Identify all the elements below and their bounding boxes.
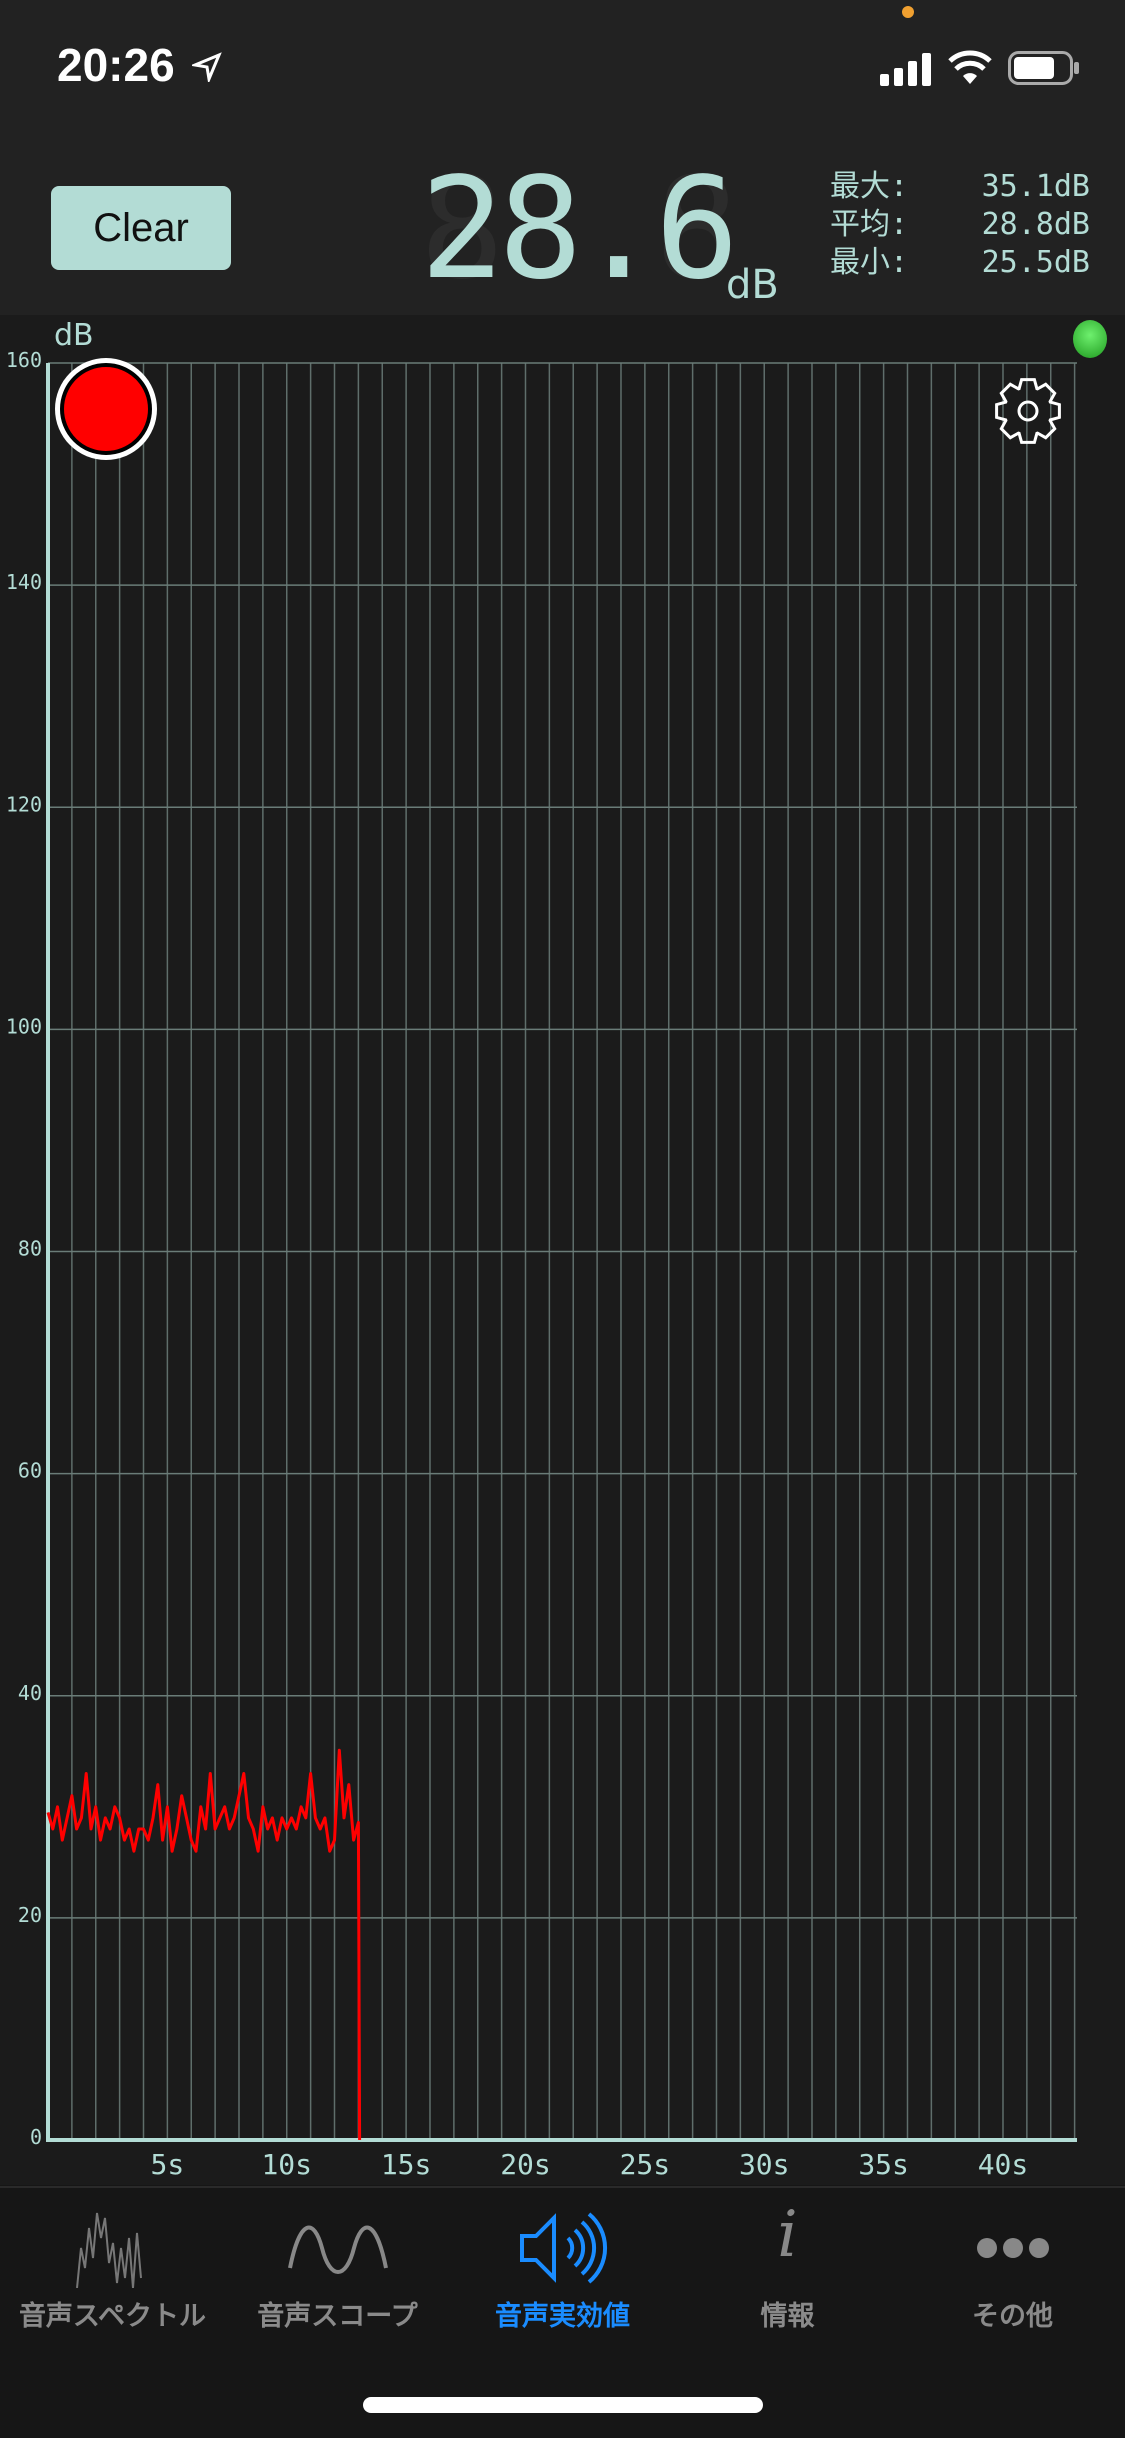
battery-icon [1008,51,1079,85]
x-tick-label: 40s [978,2148,1029,2180]
tab-label: 音声スコープ [257,2301,418,2332]
y-tick-label: 140 [6,570,42,594]
y-tick-label: 80 [18,1237,42,1261]
sine-wave-icon [287,2225,388,2274]
y-tick-label: 100 [6,1014,42,1038]
home-indicator[interactable] [363,2397,763,2413]
meter-header: Clear 88.8 28.6 dB 最大: 35.1dB 平均: 28.8dB 最… [0,140,1125,315]
tab-label: その他 [972,2301,1053,2332]
tab-info[interactable]: i 情報 [675,2188,900,2338]
stat-max: 最大: 35.1dB [830,168,1090,206]
level-chart: 0 20 40 60 80 100 120 140 160 5s 10s 15s 20s 25s 30s 35… [6,348,1077,2180]
stats-panel: 最大: 35.1dB 平均: 28.8dB 最小: 25.5dB [830,168,1090,282]
current-level-display: 88.8 28.6 dB [420,148,800,311]
status-bar: 20:26 [0,0,1125,140]
speaker-icon [519,2212,607,2284]
x-tick-label: 25s [620,2148,671,2180]
x-tick-label: 15s [381,2148,432,2180]
tab-label: 音声スペクトル [18,2301,207,2332]
tab-spectrum[interactable]: 音声スペクトル [0,2188,225,2338]
stat-value: 28.8dB [981,207,1090,242]
x-tick-label: 30s [739,2148,790,2180]
location-arrow-icon [192,52,222,82]
tab-more[interactable]: その他 [900,2188,1125,2338]
gear-icon[interactable] [992,375,1064,447]
wifi-icon [948,50,992,84]
info-icon: i [777,2198,798,2272]
status-time: 20:26 [57,39,175,91]
y-tick-label: 0 [30,2125,42,2149]
y-tick-label: 120 [6,792,42,816]
tab-scope[interactable]: 音声スコープ [225,2188,450,2338]
more-icon [976,2238,1049,2258]
current-level-unit: dB [726,262,779,308]
tab-label: 情報 [760,2301,815,2332]
level-series-line [46,1748,362,2141]
stat-avg: 平均: 28.8dB [830,206,1090,244]
stat-value: 25.5dB [981,245,1090,280]
cellular-signal-icon [880,53,931,86]
y-tick-label: 40 [18,1681,42,1705]
y-tick-label: 20 [18,1903,42,1927]
stat-min: 最小: 25.5dB [830,244,1090,282]
x-tick-label: 5s [151,2148,185,2180]
current-level-value: 28.6 [420,148,739,311]
x-tick-label: 20s [500,2148,551,2180]
y-tick-label: 160 [6,348,42,372]
record-button[interactable] [60,363,152,455]
tab-label: 音声実効値 [495,2301,630,2332]
stat-label: 平均: [830,207,909,242]
stat-value: 35.1dB [981,169,1090,204]
stat-label: 最小: [830,245,909,280]
mic-indicator-dot [902,6,914,18]
y-tick-label: 60 [18,1459,42,1483]
clear-button[interactable]: Clear [51,186,231,270]
tab-rms[interactable]: 音声実効値 [450,2188,675,2338]
x-tick-label: 35s [858,2148,909,2180]
x-tick-label: 10s [261,2148,312,2180]
spectrum-icon [75,2212,142,2288]
stat-label: 最大: [830,169,909,204]
